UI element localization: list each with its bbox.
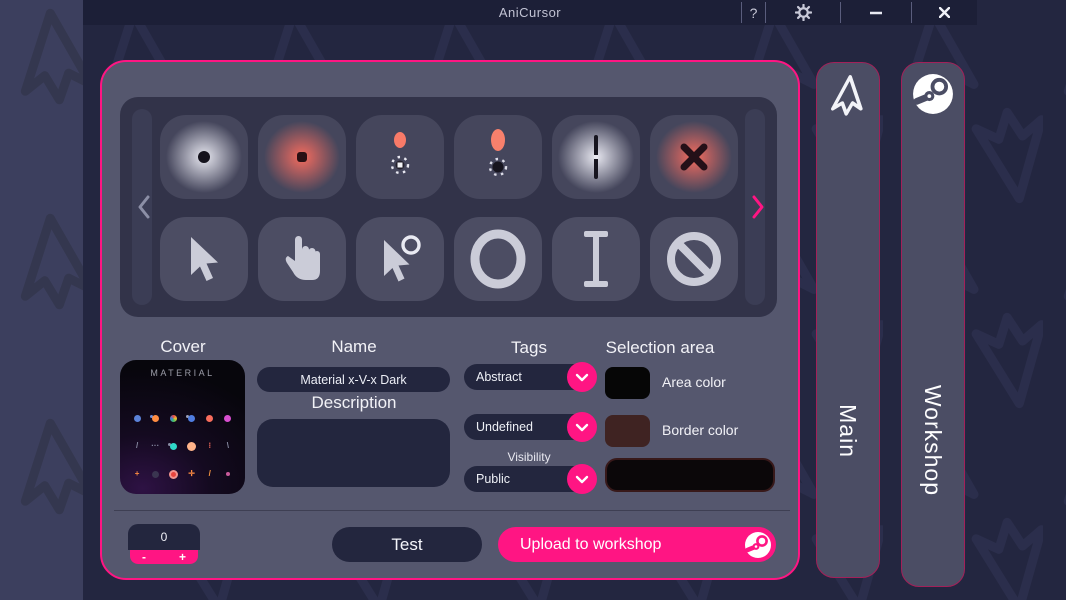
cursor-tile-busy-spinner[interactable] <box>356 115 444 199</box>
cursor-tile-hand[interactable] <box>258 217 346 301</box>
steam-logo-icon <box>912 73 954 115</box>
cover-cursor-previews: / ··· ⁝ \ + ✛ / <box>128 404 237 488</box>
close-button[interactable] <box>912 0 977 25</box>
border-color-label: Border color <box>662 422 738 438</box>
area-color-label: Area color <box>662 374 726 390</box>
chevron-down-icon <box>575 475 589 484</box>
hand-pointer-icon <box>282 234 322 284</box>
chevron-down-icon <box>575 423 589 432</box>
circle-cursor-icon <box>469 229 527 289</box>
visibility-dropdown-button[interactable] <box>567 464 597 494</box>
minimize-button[interactable] <box>841 0 911 25</box>
arrow-pointer-icon <box>187 235 221 283</box>
cursor-tile-glow-dot-red[interactable] <box>258 115 346 199</box>
cursor-tile-x-glow[interactable] <box>650 115 738 199</box>
app-window: AniCursor ? <box>83 0 1066 600</box>
cursor-tile-circle[interactable] <box>454 217 542 301</box>
titlebar: AniCursor ? <box>83 0 977 25</box>
chevron-down-icon <box>575 373 589 382</box>
chevron-right-icon <box>751 195 765 219</box>
tag-primary-dropdown[interactable]: Abstract <box>464 364 595 390</box>
increment-button[interactable]: + <box>179 552 186 562</box>
visibility-value: Public <box>464 472 510 486</box>
cover-label: Cover <box>128 337 238 357</box>
name-input[interactable] <box>257 367 450 392</box>
visibility-dropdown[interactable]: Public <box>464 466 595 492</box>
border-color-swatch[interactable] <box>605 415 650 447</box>
visibility-label: Visibility <box>454 450 604 464</box>
cursor-tile-ibeam-glow[interactable] <box>552 115 640 199</box>
cursor-tile-alt-select[interactable] <box>356 217 444 301</box>
upload-button-label: Upload to workshop <box>520 536 661 554</box>
ibeam-icon <box>583 231 609 287</box>
tab-workshop[interactable]: Workshop <box>901 62 965 587</box>
selection-area-label: Selection area <box>580 338 740 358</box>
upload-to-workshop-button[interactable]: Upload to workshop <box>498 527 776 562</box>
area-color-swatch[interactable] <box>605 367 650 399</box>
cover-title: MATERIAL <box>120 368 245 378</box>
anicursor-logo-icon <box>827 73 869 119</box>
tag-secondary-dropdown[interactable]: Undefined <box>464 414 595 440</box>
cursor-tile-ibeam[interactable] <box>552 217 640 301</box>
description-input[interactable] <box>257 419 450 487</box>
carousel-prev-button[interactable] <box>133 193 155 221</box>
desktop: { "titlebar": { "title": "AniCursor", "h… <box>0 0 1066 600</box>
workshop-panel: Cover Name Description Tags Selection ar… <box>100 60 800 580</box>
tab-main-label: Main <box>835 404 862 458</box>
cursor-carousel <box>120 97 777 317</box>
selection-area-preview <box>605 458 775 492</box>
chevron-left-icon <box>137 195 151 219</box>
cover-image[interactable]: MATERIAL / ··· ⁝ \ + <box>120 360 245 494</box>
counter-stepper: 0 - + <box>128 524 200 564</box>
test-button-label: Test <box>391 535 422 555</box>
alt-select-icon <box>378 234 422 284</box>
carousel-next-button[interactable] <box>747 193 769 221</box>
tab-main[interactable]: Main <box>816 62 880 578</box>
footer-divider <box>114 510 790 511</box>
gear-icon <box>795 4 812 21</box>
settings-button[interactable] <box>766 0 840 25</box>
decrement-button[interactable]: - <box>142 552 146 562</box>
tag-secondary-dropdown-button[interactable] <box>567 412 597 442</box>
stepper-bar: - + <box>130 550 198 564</box>
close-icon <box>939 7 950 18</box>
busy-spinner-alt-icon <box>485 129 511 185</box>
description-label: Description <box>274 393 434 413</box>
cursor-tile-arrow[interactable] <box>160 217 248 301</box>
steam-icon <box>744 531 772 559</box>
busy-spinner-icon <box>387 131 413 183</box>
help-button[interactable]: ? <box>742 0 765 25</box>
cursor-tile-busy-spinner-alt[interactable] <box>454 115 542 199</box>
tag-secondary-value: Undefined <box>464 420 533 434</box>
tag-primary-value: Abstract <box>464 370 522 384</box>
cursor-tile-unavailable[interactable] <box>650 217 738 301</box>
tag-primary-dropdown-button[interactable] <box>567 362 597 392</box>
minimize-icon <box>870 11 882 15</box>
name-label: Name <box>274 337 434 357</box>
test-button[interactable]: Test <box>332 527 482 562</box>
counter-value: 0 <box>128 524 200 550</box>
unavailable-icon <box>665 230 723 288</box>
help-icon: ? <box>750 5 758 21</box>
cursor-tile-glow-dot-white[interactable] <box>160 115 248 199</box>
tab-workshop-label: Workshop <box>920 384 947 495</box>
